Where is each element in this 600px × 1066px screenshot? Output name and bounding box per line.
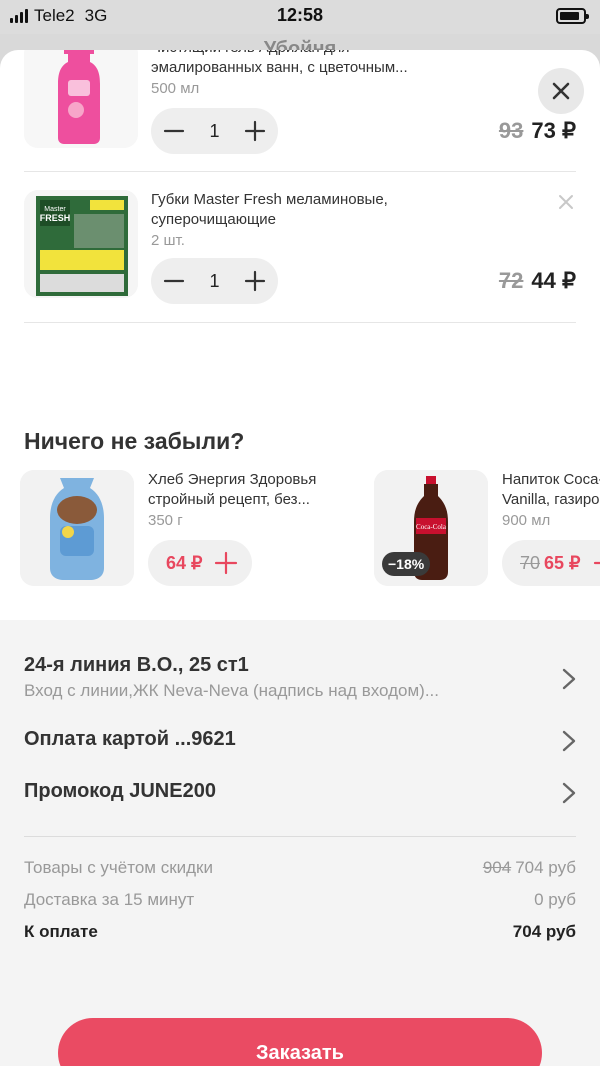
- price: 93 73 ₽: [499, 118, 576, 144]
- goods-sum-line: Товары с учётом скидки 904 704 руб: [24, 858, 576, 878]
- total-line: К оплате 704 руб: [24, 922, 576, 942]
- current-price: 44 ₽: [531, 268, 576, 293]
- recommendation-card[interactable]: Хлеб Энергия Здоровья стройный рецепт, б…: [20, 470, 360, 590]
- product-price: 65 ₽: [544, 552, 581, 573]
- price: 72 44 ₽: [499, 268, 576, 294]
- clock: 12:58: [276, 5, 324, 25]
- plus-icon[interactable]: [244, 120, 266, 142]
- product-name-line: Vanilla, газированный: [502, 491, 600, 508]
- cart-item: Чистящий гель Адрилан для эмалированных …: [24, 50, 576, 172]
- chevron-right-icon: [562, 730, 576, 752]
- plus-icon[interactable]: [244, 270, 266, 292]
- product-image: Master FRESH: [24, 190, 138, 298]
- svg-text:Master: Master: [44, 206, 66, 213]
- recommendations-title: Ничего не забыли?: [24, 428, 245, 454]
- close-icon: [552, 82, 570, 100]
- order-button[interactable]: Заказать: [58, 1018, 542, 1066]
- divider: [24, 171, 576, 172]
- address-main: 24-я линия В.О., 25 ст1: [24, 654, 249, 676]
- product-name-line: Хлеб Энергия Здоровья: [148, 471, 317, 488]
- plus-icon: [593, 561, 600, 565]
- plus-icon: [215, 551, 238, 575]
- minus-icon[interactable]: [163, 120, 185, 142]
- product-image: [20, 470, 134, 586]
- minus-icon[interactable]: [163, 270, 185, 292]
- product-weight: 900 мл: [502, 512, 551, 529]
- delivery-line: Доставка за 15 минут 0 руб: [24, 890, 576, 910]
- product-image: [24, 50, 138, 148]
- product-name-line: Губки Master Fresh меламиновые,: [151, 191, 388, 208]
- product-weight: 2 шт.: [151, 232, 185, 249]
- divider: [24, 322, 576, 323]
- total-sum: 704 руб: [512, 922, 576, 941]
- divider: [24, 836, 576, 837]
- address-row[interactable]: 24-я линия В.О., 25 ст1 Вход с линии,ЖК …: [24, 654, 576, 701]
- quantity-value: 1: [209, 120, 220, 141]
- payment-method: Оплата картой ...9621: [24, 728, 236, 750]
- product-price: 64 ₽: [166, 552, 203, 573]
- old-price: 72: [498, 268, 524, 293]
- quantity-value: 1: [209, 270, 220, 291]
- current-price: 73 ₽: [531, 118, 576, 143]
- add-to-cart-button[interactable]: 64 ₽: [148, 540, 253, 586]
- remove-item-icon[interactable]: [558, 194, 574, 210]
- promo-row[interactable]: Промокод JUNE200: [24, 780, 576, 804]
- product-name-line: эмалированных ванн, с цветочным...: [151, 59, 408, 76]
- add-to-cart-button[interactable]: 70 65 ₽: [502, 540, 600, 586]
- product-name-line: Напиток Coca-Cola: [502, 471, 600, 488]
- cart-item: Master FRESH Губки Master Fresh меламино…: [24, 190, 576, 320]
- product-weight: 500 мл: [151, 80, 200, 97]
- chevron-right-icon: [562, 782, 576, 804]
- product-name-line: стройный рецепт, без...: [148, 491, 310, 508]
- old-price: 70: [520, 552, 541, 573]
- old-price: 93: [498, 118, 524, 143]
- product-name-line: Чистящий гель Адрилан для: [151, 50, 481, 58]
- quantity-stepper: 1: [151, 108, 278, 154]
- chevron-right-icon: [562, 668, 576, 690]
- recommendation-card[interactable]: Coca-Cola −18% Напиток Coca-Cola Vanilla…: [374, 470, 600, 590]
- goods-label: Товары с учётом скидки: [24, 858, 213, 877]
- checkout-panel: 24-я линия В.О., 25 ст1 Вход с линии,ЖК …: [0, 620, 600, 1066]
- svg-text:Coca-Cola: Coca-Cola: [416, 523, 447, 531]
- goods-sum: 704 руб: [515, 858, 576, 877]
- battery-icon: [556, 8, 589, 24]
- total-label: К оплате: [24, 922, 98, 941]
- quantity-stepper: 1: [151, 258, 278, 304]
- status-bar: Tele2 3G 12:58: [0, 0, 600, 34]
- promo-code: Промокод JUNE200: [24, 780, 216, 802]
- payment-row[interactable]: Оплата картой ...9621: [24, 728, 576, 752]
- goods-old-sum: 904: [482, 858, 512, 877]
- delivery-cost: 0 руб: [534, 890, 576, 909]
- delivery-label: Доставка за 15 минут: [24, 890, 195, 909]
- address-details: Вход с линии,ЖК Neva-Neva (надпись над в…: [24, 681, 440, 700]
- svg-text:FRESH: FRESH: [40, 213, 71, 223]
- product-image: Coca-Cola −18%: [374, 470, 488, 586]
- discount-badge: −18%: [382, 552, 431, 576]
- close-button[interactable]: [538, 68, 584, 114]
- cart-sheet: Чистящий гель Адрилан для эмалированных …: [0, 50, 600, 1066]
- product-weight: 350 г: [148, 512, 183, 529]
- product-name-line: суперочищающие: [151, 211, 277, 228]
